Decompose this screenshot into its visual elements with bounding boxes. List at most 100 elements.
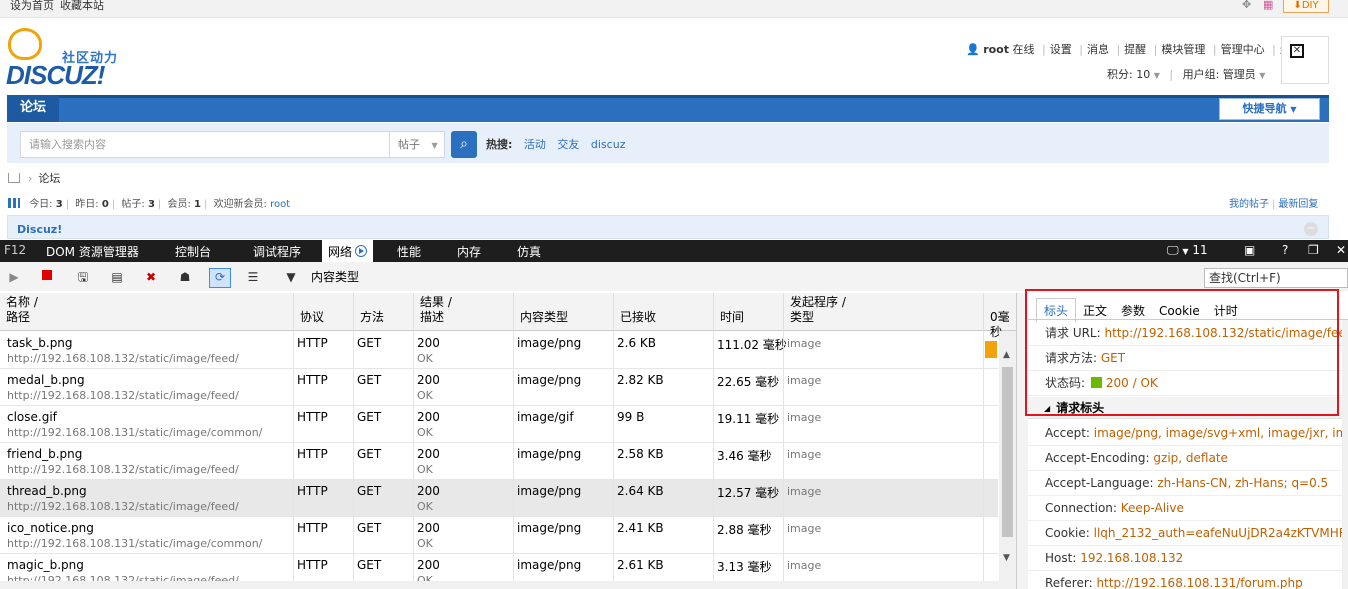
search-type-select[interactable]: 帖子 ▼ <box>389 131 445 158</box>
table-row[interactable]: close.gif http://192.168.108.131/static/i… <box>0 406 998 443</box>
row-status-code: 200 <box>417 336 440 350</box>
table-row[interactable]: friend_b.png http://192.168.108.132/stati… <box>0 443 998 480</box>
save-icon[interactable]: 🖫 <box>75 269 91 285</box>
newest-member-link[interactable]: root <box>270 199 290 210</box>
table-row[interactable]: thread_b.png http://192.168.108.132/stati… <box>0 480 998 517</box>
my-posts-link[interactable]: 我的帖子 <box>1229 199 1269 210</box>
clear-session-icon[interactable]: ☰ <box>245 269 261 285</box>
tab-network[interactable]: 网络 <box>322 240 374 262</box>
points-dropdown[interactable]: 积分: 10 ▼ <box>1107 68 1160 81</box>
logo-text[interactable]: DISCUZ! <box>6 60 105 91</box>
row-content-type: image/png <box>517 336 582 350</box>
highlight-box <box>1025 289 1339 416</box>
table-row[interactable]: task_b.png http://192.168.108.132/static/… <box>0 332 998 369</box>
diy-button[interactable]: ⬇DIY <box>1283 0 1329 13</box>
tab-emulation[interactable]: 仿真 <box>517 243 541 260</box>
row-path: http://192.168.108.132/static/image/feed… <box>7 389 239 402</box>
grid-scrollbar[interactable]: ▲ ▼ <box>999 331 1016 589</box>
network-toolbar: ▶ 🖫 ▤ ✖ ☗ ⟳ ☰ ▼ <box>0 262 1348 291</box>
reminders-link[interactable]: 提醒 <box>1124 41 1146 57</box>
row-method: GET <box>357 447 382 461</box>
tab-performance[interactable]: 性能 <box>397 243 421 260</box>
col-method-header[interactable]: 方法 <box>353 293 413 331</box>
user-meta: 积分: 10 ▼ | 用户组: 管理员 ▼ <box>1107 68 1266 81</box>
console-toggle-icon[interactable]: ▣ <box>1244 243 1255 257</box>
col-received-header[interactable]: 已接收 <box>613 293 713 331</box>
request-header-row[interactable]: Accept-Language: zh-Hans-CN, zh-Hans; q=… <box>1028 471 1342 496</box>
col-protocol-header[interactable]: 协议 <box>293 293 353 331</box>
hot-search-item[interactable]: 活动 <box>524 138 546 151</box>
find-input[interactable]: 查找(Ctrl+F) <box>1204 268 1348 288</box>
content-type-filter[interactable]: 内容类型 <box>311 268 359 285</box>
filter-icon[interactable]: ▼ <box>283 269 299 285</box>
close-icon[interactable]: ✕ <box>1336 243 1346 257</box>
username-link[interactable]: root <box>983 43 1009 56</box>
request-header-row[interactable]: Host: 192.168.108.132 <box>1028 546 1342 571</box>
avatar[interactable]: ✕ <box>1281 36 1329 84</box>
stats-chart-icon[interactable] <box>8 198 20 208</box>
scroll-up-icon[interactable]: ▲ <box>1003 350 1010 360</box>
usergroup-dropdown[interactable]: 用户组: 管理员 ▼ <box>1183 68 1266 81</box>
search-input[interactable]: 请输入搜索内容 <box>20 131 390 158</box>
col-initiator-header[interactable]: 发起程序 / 类型 <box>783 293 983 331</box>
row-name: friend_b.png <box>7 447 83 461</box>
home-icon[interactable] <box>8 173 20 183</box>
scroll-thumb[interactable] <box>1002 367 1013 537</box>
request-header-row[interactable]: Accept: image/png, image/svg+xml, image/… <box>1028 421 1342 446</box>
hot-search-item[interactable]: discuz <box>591 138 626 151</box>
undock-icon[interactable]: ❐ <box>1308 243 1319 257</box>
theme-icon[interactable]: ▦ <box>1263 0 1277 11</box>
row-protocol: HTTP <box>297 447 328 461</box>
set-homepage-link[interactable]: 设为首页 <box>10 0 54 13</box>
nav-forum-tab[interactable]: 论坛 <box>7 95 59 122</box>
quick-nav-button[interactable]: 快捷导航 ▼ <box>1219 98 1320 120</box>
grid-hscrollbar[interactable] <box>0 581 999 589</box>
table-row[interactable]: medal_b.png http://192.168.108.132/static… <box>0 369 998 406</box>
row-path: http://192.168.108.132/static/image/feed… <box>7 463 239 476</box>
broken-image-icon: ✕ <box>1290 44 1304 58</box>
messages-link[interactable]: 消息 <box>1087 41 1109 57</box>
request-header-row[interactable]: Connection: Keep-Alive <box>1028 496 1342 521</box>
module-admin-link[interactable]: 模块管理 <box>1161 41 1205 57</box>
tab-dom-explorer[interactable]: DOM 资源管理器 <box>46 243 139 260</box>
detail-scrollbar[interactable] <box>1342 320 1348 589</box>
play-icon[interactable]: ▶ <box>6 269 22 285</box>
import-icon[interactable]: ▤ <box>109 269 125 285</box>
latest-replies-link[interactable]: 最新回复 <box>1278 199 1318 210</box>
request-header-row[interactable]: Cookie: llqh_2132_auth=eafeNuUjDR2a4zKTV… <box>1028 521 1342 546</box>
clear-entries-icon[interactable]: ✖ <box>143 269 159 285</box>
collapse-icon[interactable]: − <box>1304 222 1318 236</box>
col-name-header[interactable]: 名称 / 路径 <box>0 293 293 331</box>
section-title[interactable]: Discuz! <box>17 223 62 236</box>
tab-memory[interactable]: 内存 <box>457 243 481 260</box>
col-content-type-header[interactable]: 内容类型 <box>513 293 613 331</box>
logo-bulb-icon[interactable] <box>8 28 42 60</box>
scroll-down-icon[interactable]: ▼ <box>1003 553 1010 563</box>
row-time: 3.46 毫秒 <box>717 449 772 463</box>
clear-cache-icon[interactable]: ☗ <box>177 269 193 285</box>
settings-link[interactable]: 设置 <box>1050 41 1072 57</box>
row-status-desc: OK <box>417 537 433 550</box>
row-status-code: 200 <box>417 373 440 387</box>
request-header-row[interactable]: Referer: http://192.168.108.131/forum.ph… <box>1028 571 1342 589</box>
tab-console[interactable]: 控制台 <box>175 243 211 260</box>
target-select-icon[interactable]: 🖵 ▼ 11 <box>1167 243 1208 258</box>
breadcrumb-forum[interactable]: 论坛 <box>38 172 60 185</box>
help-icon[interactable]: ? <box>1282 243 1288 257</box>
bookmark-link[interactable]: 收藏本站 <box>60 0 104 13</box>
row-initiator: image <box>787 374 822 387</box>
expand-icon[interactable]: ✥ <box>1242 0 1256 11</box>
tab-debugger[interactable]: 调试程序 <box>253 243 301 260</box>
admin-center-link[interactable]: 管理中心 <box>1221 41 1265 57</box>
hot-search-item[interactable]: 交友 <box>557 138 579 151</box>
col-time-header[interactable]: 时间 <box>713 293 783 331</box>
col-timeline-header[interactable]: 0毫秒 <box>983 293 1016 339</box>
request-header-row[interactable]: Accept-Encoding: gzip, deflate <box>1028 446 1342 471</box>
search-button[interactable]: ⌕ <box>451 131 477 158</box>
online-status: 在线 <box>1012 43 1035 56</box>
tab-f12[interactable]: F12 <box>4 243 26 257</box>
stop-recording-icon[interactable] <box>42 270 52 280</box>
col-result-header[interactable]: 结果 / 描述 <box>413 293 513 331</box>
table-row[interactable]: ico_notice.png http://192.168.108.131/sta… <box>0 517 998 554</box>
always-refresh-icon[interactable]: ⟳ <box>209 268 231 288</box>
